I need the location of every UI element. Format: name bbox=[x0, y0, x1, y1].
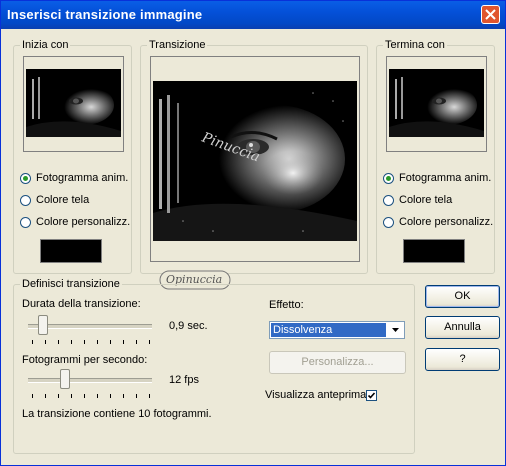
customize-button[interactable]: Personalizza... bbox=[269, 351, 406, 374]
slider-tick bbox=[110, 394, 111, 398]
customize-button-label: Personalizza... bbox=[301, 356, 374, 368]
help-button-label: ? bbox=[459, 353, 466, 365]
end-group-label: Termina con bbox=[383, 39, 447, 51]
slider-tick bbox=[84, 340, 85, 344]
preview-checkbox[interactable] bbox=[366, 390, 377, 401]
start-radio-canvas-color[interactable] bbox=[20, 195, 31, 206]
slider-tick bbox=[84, 394, 85, 398]
transition-group: Transizione Pinuccia bbox=[140, 39, 368, 274]
slider-tick bbox=[32, 340, 33, 344]
cancel-button-label: Annulla bbox=[444, 321, 481, 333]
slider-tick bbox=[58, 394, 59, 398]
start-radio-label: Colore tela bbox=[36, 194, 90, 206]
close-button[interactable] bbox=[481, 5, 500, 24]
slider-tick bbox=[149, 394, 150, 398]
start-group-label: Inizia con bbox=[20, 39, 71, 51]
slider-tick bbox=[58, 340, 59, 344]
slider-tick bbox=[123, 394, 124, 398]
slider-tick bbox=[110, 340, 111, 344]
transition-preview-image: Pinuccia bbox=[153, 81, 357, 241]
cancel-button[interactable]: Annulla bbox=[425, 316, 500, 339]
title-bar[interactable]: Inserisci transizione immagine bbox=[1, 1, 505, 29]
slider-tick bbox=[71, 394, 72, 398]
start-radio-custom-color[interactable] bbox=[20, 217, 31, 228]
fps-value: 12 fps bbox=[169, 374, 199, 386]
ok-button-label: OK bbox=[454, 290, 471, 302]
effect-label: Effetto: bbox=[269, 299, 304, 311]
effect-dropdown[interactable]: Dissolvenza bbox=[269, 321, 405, 339]
chevron-down-icon[interactable] bbox=[388, 323, 403, 337]
end-radio-custom-color[interactable] bbox=[383, 217, 394, 228]
fps-slider-ticks bbox=[32, 394, 152, 398]
fps-slider-track bbox=[28, 378, 152, 383]
end-radio-label: Colore personalizz. bbox=[399, 216, 494, 228]
fps-label: Fotogrammi per secondo: bbox=[22, 354, 148, 366]
start-group: Inizia con Fotogramma anim. Colore tela … bbox=[13, 39, 132, 274]
slider-tick bbox=[71, 340, 72, 344]
transition-group-label: Transizione bbox=[147, 39, 208, 51]
transition-preview: Pinuccia bbox=[150, 56, 360, 262]
duration-value: 0,9 sec. bbox=[169, 320, 208, 332]
window-title: Inserisci transizione immagine bbox=[7, 7, 203, 22]
start-frame-thumbnail bbox=[23, 56, 124, 152]
end-radio-label: Fotogramma anim. bbox=[399, 172, 492, 184]
slider-tick bbox=[32, 394, 33, 398]
end-radio-animation-frame[interactable] bbox=[383, 173, 394, 184]
fps-slider[interactable] bbox=[28, 369, 156, 399]
slider-tick bbox=[45, 340, 46, 344]
define-transition-group: Definisci transizione Durata della trans… bbox=[13, 278, 415, 454]
preview-checkbox-label: Visualizza anteprima bbox=[265, 389, 367, 401]
end-frame-thumbnail bbox=[386, 56, 487, 152]
checkmark-icon bbox=[367, 392, 376, 399]
help-button[interactable]: ? bbox=[425, 348, 500, 371]
duration-slider[interactable] bbox=[28, 315, 156, 345]
start-radio-label: Colore personalizz. bbox=[36, 216, 131, 228]
slider-tick bbox=[136, 394, 137, 398]
transition-summary: La transizione contiene 10 fotogrammi. bbox=[22, 408, 212, 420]
define-transition-group-label: Definisci transizione bbox=[20, 278, 122, 290]
start-radio-animation-frame[interactable] bbox=[20, 173, 31, 184]
effect-dropdown-value: Dissolvenza bbox=[271, 323, 386, 337]
slider-tick bbox=[136, 340, 137, 344]
fps-slider-thumb[interactable] bbox=[60, 369, 70, 389]
end-group: Termina con Fotogramma anim. Colore tela… bbox=[376, 39, 495, 274]
slider-tick bbox=[97, 340, 98, 344]
duration-label: Durata della transizione: bbox=[22, 298, 141, 310]
slider-tick bbox=[45, 394, 46, 398]
end-custom-color-swatch[interactable] bbox=[403, 239, 465, 263]
start-custom-color-swatch[interactable] bbox=[40, 239, 102, 263]
end-radio-canvas-color[interactable] bbox=[383, 195, 394, 206]
dialog-window: Inserisci transizione immagine Inizia co… bbox=[0, 0, 506, 466]
close-icon bbox=[485, 9, 496, 20]
slider-tick bbox=[97, 394, 98, 398]
ok-button[interactable]: OK bbox=[425, 285, 500, 308]
slider-tick bbox=[123, 340, 124, 344]
end-radio-label: Colore tela bbox=[399, 194, 453, 206]
slider-tick bbox=[149, 340, 150, 344]
end-frame-image bbox=[389, 69, 484, 137]
duration-slider-thumb[interactable] bbox=[38, 315, 48, 335]
duration-slider-ticks bbox=[32, 340, 152, 344]
start-frame-image bbox=[26, 69, 121, 137]
start-radio-label: Fotogramma anim. bbox=[36, 172, 129, 184]
